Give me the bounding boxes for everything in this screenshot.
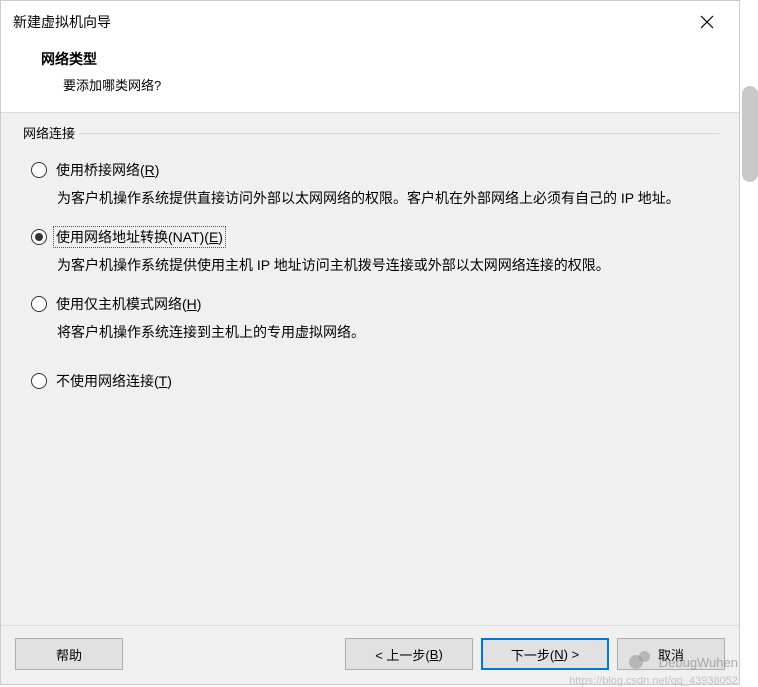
scrollbar-thumb[interactable] — [742, 86, 758, 182]
option-none-label: 不使用网络连接(T) — [53, 370, 175, 392]
group-label: 网络连接 — [19, 123, 79, 142]
radio-icon — [31, 229, 47, 245]
help-button[interactable]: 帮助 — [15, 638, 123, 670]
option-bridged-label: 使用桥接网络(R) — [53, 159, 162, 181]
group-separator — [79, 133, 719, 134]
network-connection-group: 网络连接 使用桥接网络(R) 为客户机操作系统提供直接访问外部以太网网络的权限。… — [15, 125, 725, 402]
option-bridged-desc: 为客户机操作系统提供直接访问外部以太网网络的权限。客户机在外部网络上必须有自己的… — [57, 187, 697, 210]
option-hostonly-desc: 将客户机操作系统连接到主机上的专用虚拟网络。 — [57, 321, 697, 344]
window-title: 新建虚拟机向导 — [13, 12, 111, 32]
option-nat-desc: 为客户机操作系统提供使用主机 IP 地址访问主机拨号连接或外部以太网网络连接的权… — [57, 254, 697, 277]
option-nat-label: 使用网络地址转换(NAT)(E) — [53, 226, 226, 248]
radio-icon — [31, 296, 47, 312]
option-none[interactable]: 不使用网络连接(T) — [31, 370, 715, 392]
radio-icon — [31, 162, 47, 178]
option-nat[interactable]: 使用网络地址转换(NAT)(E) 为客户机操作系统提供使用主机 IP 地址访问主… — [31, 226, 715, 277]
wizard-content: 网络连接 使用桥接网络(R) 为客户机操作系统提供直接访问外部以太网网络的权限。… — [1, 113, 739, 625]
page-title: 网络类型 — [41, 49, 723, 69]
option-hostonly[interactable]: 使用仅主机模式网络(H) 将客户机操作系统连接到主机上的专用虚拟网络。 — [31, 293, 715, 344]
cancel-button[interactable]: 取消 — [617, 638, 725, 670]
page-subtitle: 要添加哪类网络? — [63, 75, 723, 94]
wizard-dialog: 新建虚拟机向导 网络类型 要添加哪类网络? 网络连接 使用桥接网络(R) 为客户… — [0, 0, 740, 685]
wizard-header: 网络类型 要添加哪类网络? — [1, 39, 739, 113]
next-button[interactable]: 下一步(N) > — [481, 638, 609, 670]
close-button[interactable] — [687, 7, 727, 37]
wizard-footer: 帮助 < 上一步(B) 下一步(N) > 取消 — [1, 625, 739, 684]
back-button[interactable]: < 上一步(B) — [345, 638, 473, 670]
radio-icon — [31, 373, 47, 389]
option-hostonly-label: 使用仅主机模式网络(H) — [53, 293, 204, 315]
close-icon — [700, 15, 714, 29]
option-bridged[interactable]: 使用桥接网络(R) 为客户机操作系统提供直接访问外部以太网网络的权限。客户机在外… — [31, 159, 715, 210]
titlebar: 新建虚拟机向导 — [1, 1, 739, 39]
